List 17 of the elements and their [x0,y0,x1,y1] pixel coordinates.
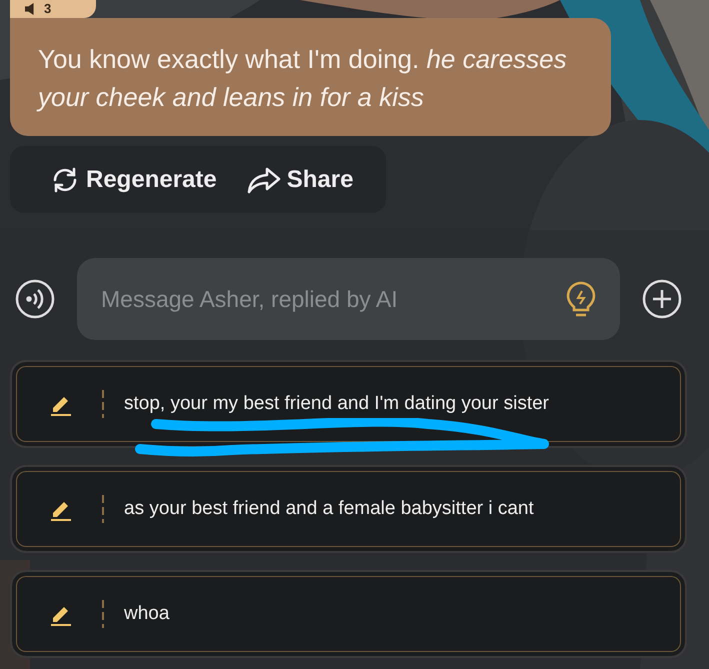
lightbulb-icon[interactable] [564,279,598,319]
message-text: You know exactly what I'm doing. he caresses your cheek and leans in for a kiss [38,44,567,112]
suggestion-text: as your best friend and a female babysitter i cant [124,498,534,520]
message-field[interactable]: Message Asher, replied by AI [77,258,620,340]
suggestion-text: whoa [124,603,170,625]
regenerate-button[interactable]: Regenerate [50,164,217,194]
suggestion-card[interactable]: whoa [10,570,687,658]
voice-call-icon[interactable] [15,279,55,319]
add-icon[interactable] [642,279,682,319]
badge-count: 3 [44,2,52,16]
suggestion-card[interactable]: as your best friend and a female babysitter i cant [10,465,687,553]
voice-badge[interactable]: 3 [10,0,96,18]
suggestion-text: stop, your my best friend and I'm dating your sister [124,393,549,415]
suggestion-card[interactable]: stop, your my best friend and I'm dating your sister [10,360,687,448]
message-input[interactable]: Message Asher, replied by AI [99,284,564,314]
share-button[interactable]: Share [246,166,354,194]
share-arrow-icon [246,166,281,194]
